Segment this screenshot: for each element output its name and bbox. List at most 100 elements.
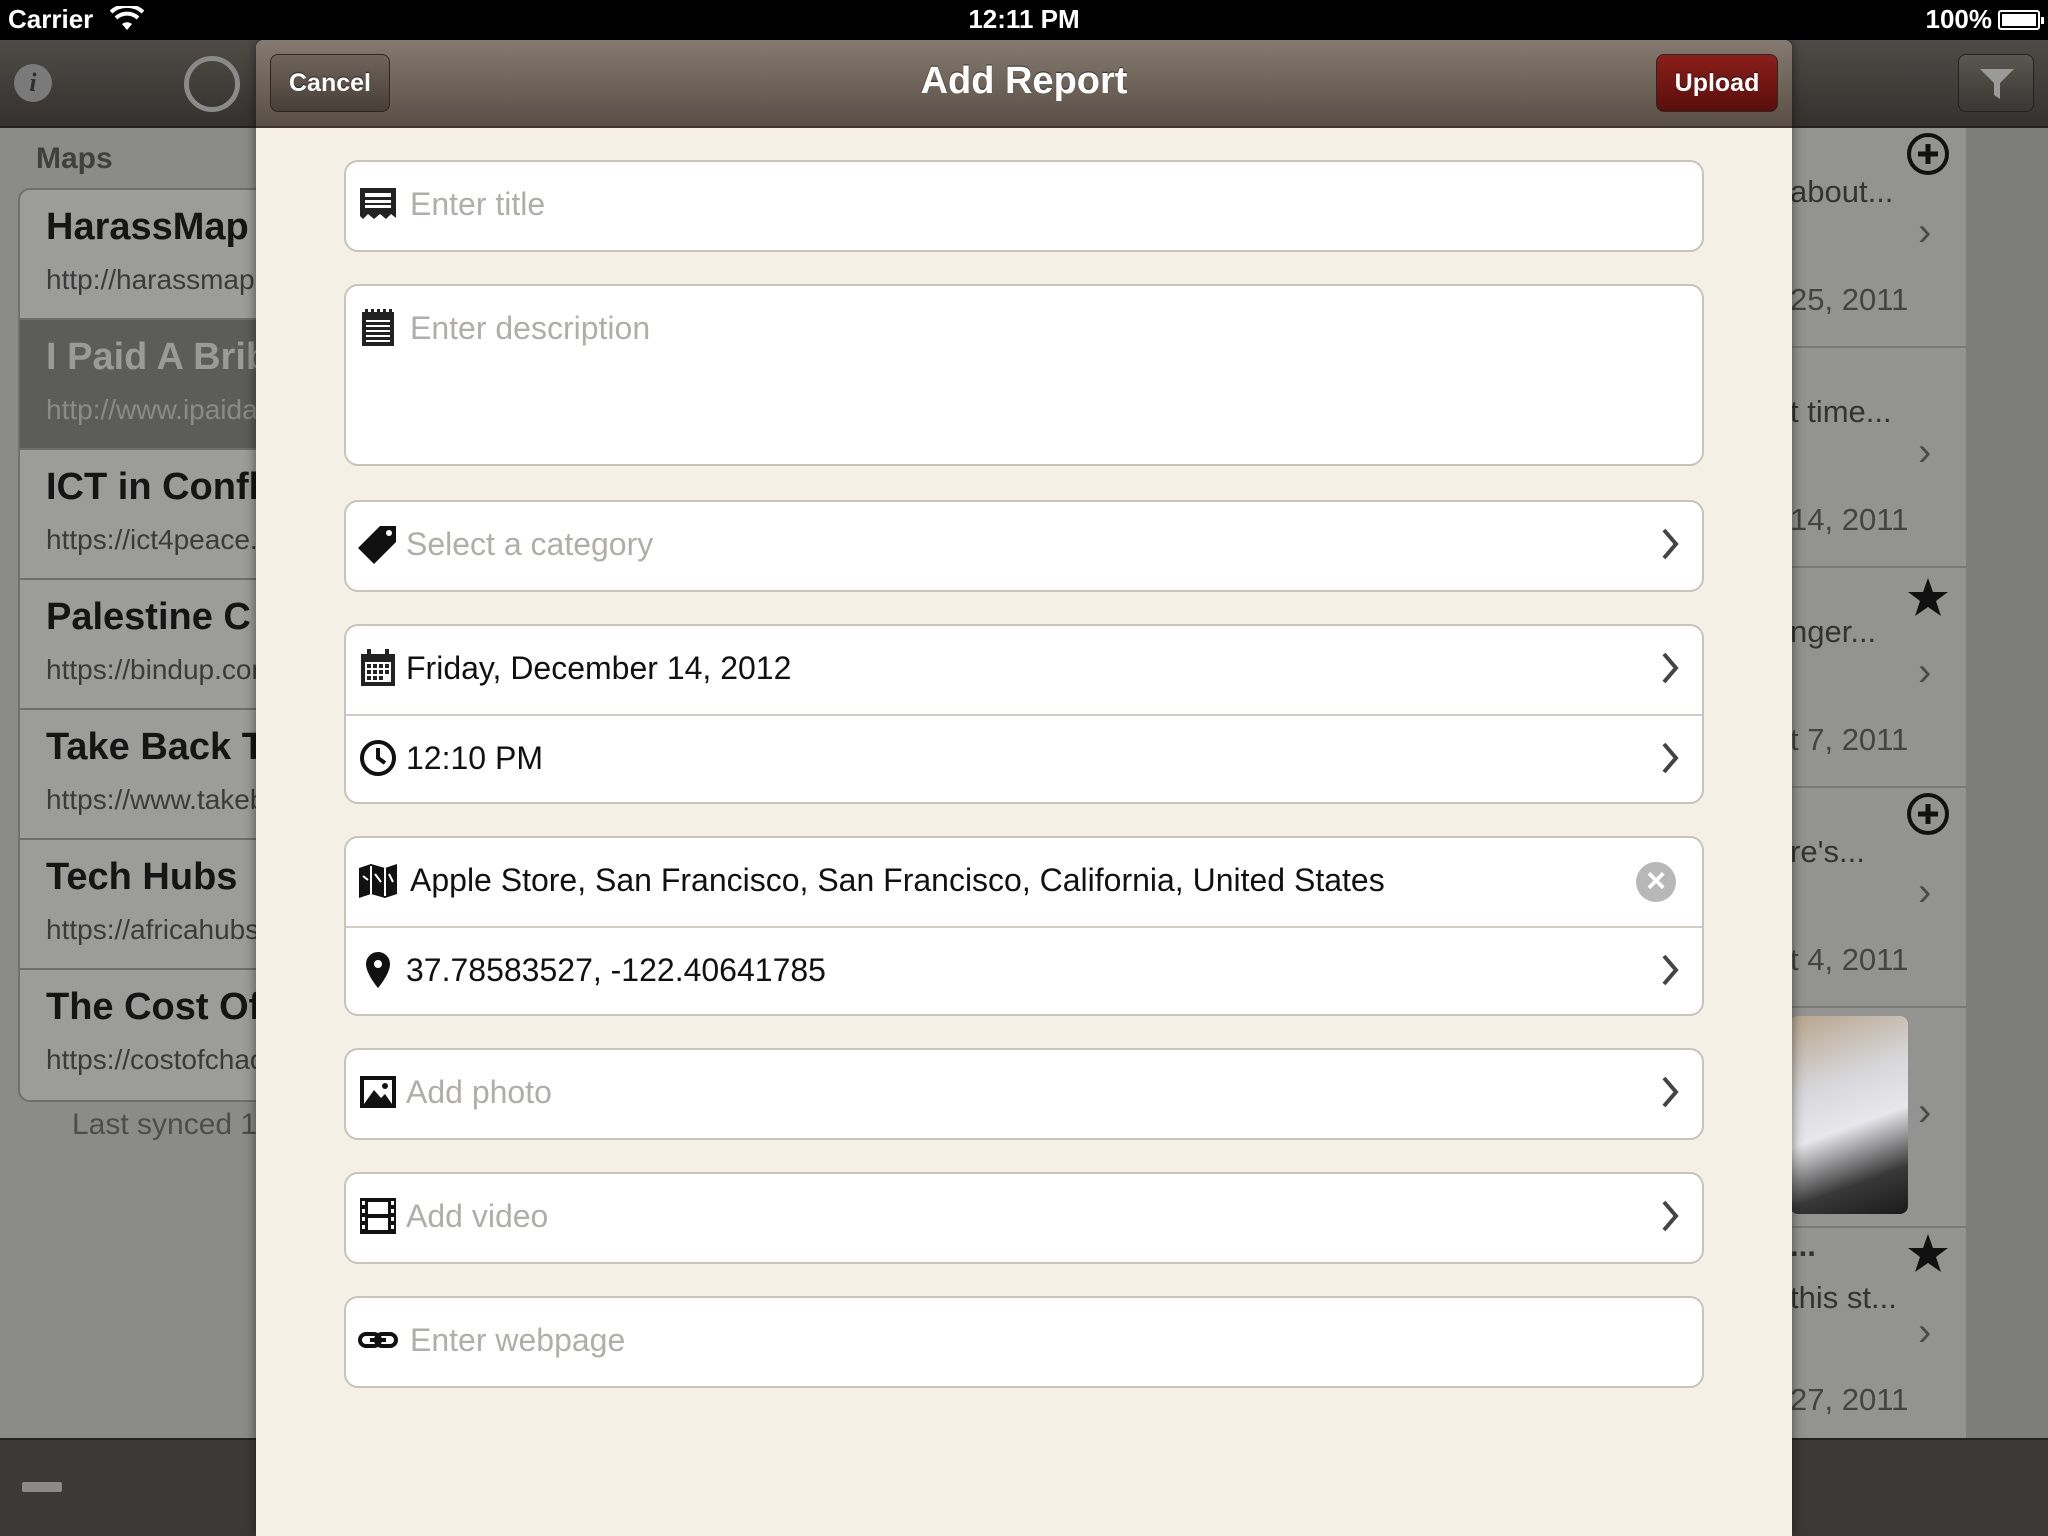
status-bar: Carrier 12:11 PM 100% xyxy=(0,0,2048,40)
star-icon xyxy=(1908,578,1948,616)
report-snippet: about... xyxy=(1790,174,1894,209)
map-url: https://www.takebackthetech.net xyxy=(46,784,276,815)
add-photo-button[interactable]: Add photo xyxy=(406,1074,552,1111)
description-input[interactable]: Enter description xyxy=(410,310,650,347)
battery-percent: 100% xyxy=(1925,4,1993,34)
minus-icon[interactable] xyxy=(22,1482,62,1492)
plus-circle-icon[interactable] xyxy=(1906,132,1950,176)
map-name: Tech Hubs xyxy=(46,856,238,898)
report-snippet: nger... xyxy=(1790,614,1877,649)
map-url: http://www.ipaidabribe.com xyxy=(46,394,278,425)
chevron-right-icon xyxy=(1662,652,1679,684)
category-field[interactable]: Select a category xyxy=(344,500,1704,592)
list-item[interactable]: HarassMap http://harassmap.org xyxy=(20,190,276,320)
photo-field[interactable]: Add photo xyxy=(344,1048,1704,1140)
report-date: 25, 2011 xyxy=(1790,282,1909,317)
chevron-right-icon xyxy=(1662,954,1679,986)
map-url: https://costofchaos.com xyxy=(46,1044,276,1075)
map-url: https://bindup.com xyxy=(46,654,275,685)
report-date: t 7, 2011 xyxy=(1790,722,1909,757)
filter-icon xyxy=(1980,69,2014,99)
coordinates-value: 37.78583527, -122.40641785 xyxy=(406,952,826,988)
map-name: I Paid A Bribe xyxy=(46,336,278,378)
globe-icon xyxy=(184,56,240,112)
chevron-right-icon xyxy=(1662,1076,1679,1108)
list-item[interactable]: I Paid A Bribe http://www.ipaidabribe.co… xyxy=(20,320,276,450)
info-icon[interactable]: i xyxy=(14,64,52,102)
maps-panel: Maps HarassMap http://harassmap.org I Pa… xyxy=(0,128,278,1438)
list-item[interactable]: The Cost Of https://costofchaos.com xyxy=(20,970,276,1100)
table-row[interactable]: nger... t 7, 2011 › xyxy=(1790,568,1966,788)
location-input[interactable]: Apple Store, San Francisco, San Francisc… xyxy=(410,862,1385,899)
table-row[interactable]: ... this st... 27, 2011 › xyxy=(1790,1228,1966,1448)
page-title: Add Report xyxy=(920,60,1128,102)
add-video-button[interactable]: Add video xyxy=(406,1198,548,1235)
report-title: ... xyxy=(1790,1228,1816,1263)
photo-icon xyxy=(360,1076,396,1108)
title-field[interactable]: Enter title xyxy=(344,160,1704,252)
description-field[interactable]: Enter description xyxy=(344,284,1704,466)
upload-button[interactable]: Upload xyxy=(1656,54,1778,112)
table-row[interactable]: about... 25, 2011 › xyxy=(1790,128,1966,348)
report-snippet: this st... xyxy=(1790,1280,1897,1315)
chevron-right-icon: › xyxy=(1918,1090,1932,1134)
category-selector[interactable]: Select a category xyxy=(406,526,653,563)
report-date: t 4, 2011 xyxy=(1790,942,1909,977)
film-icon xyxy=(360,1198,396,1234)
webpage-input[interactable]: Enter webpage xyxy=(410,1322,625,1359)
battery-icon xyxy=(1998,10,2044,30)
date-row[interactable]: Friday, December 14, 2012 xyxy=(346,626,1702,714)
map-url: https://ict4peace.org xyxy=(46,524,278,555)
chevron-right-icon: › xyxy=(1918,430,1932,474)
star-icon xyxy=(1908,1234,1948,1272)
chevron-right-icon xyxy=(1662,528,1679,560)
title-input[interactable]: Enter title xyxy=(410,186,545,223)
list-item[interactable]: ICT in Conflict https://ict4peace.org xyxy=(20,450,276,580)
report-date: 14, 2011 xyxy=(1790,502,1909,537)
clock-time: 12:11 PM xyxy=(968,4,1080,34)
reports-panel: about... 25, 2011 › t time... 14, 2011 ›… xyxy=(1790,128,1966,1438)
map-name: ICT in Conflict xyxy=(46,466,278,508)
report-photo-thumbnail xyxy=(1790,1016,1908,1214)
map-url: https://africahubs.org xyxy=(46,914,276,945)
clear-icon[interactable]: × xyxy=(1636,862,1676,902)
map-icon xyxy=(359,864,397,898)
tag-icon xyxy=(358,526,396,564)
webpage-field[interactable]: Enter webpage xyxy=(344,1296,1704,1388)
plus-circle-icon[interactable] xyxy=(1906,792,1950,836)
table-row[interactable]: t time... 14, 2011 › xyxy=(1790,348,1966,568)
maps-list: HarassMap http://harassmap.org I Paid A … xyxy=(18,188,278,1102)
map-name: Take Back The Tech xyxy=(46,726,276,768)
clock-icon xyxy=(360,740,396,776)
chevron-right-icon xyxy=(1662,1200,1679,1232)
map-url: http://harassmap.org xyxy=(46,264,278,295)
time-row[interactable]: 12:10 PM xyxy=(346,714,1702,802)
filter-button[interactable] xyxy=(1958,54,2034,112)
notepad-icon xyxy=(362,309,394,346)
reports-side-bar xyxy=(1966,128,2048,1438)
add-report-modal: Cancel Add Report Upload Enter title Ent… xyxy=(256,40,1792,1536)
location-row[interactable]: Apple Store, San Francisco, San Francisc… xyxy=(346,838,1702,926)
chevron-right-icon: › xyxy=(1918,1310,1932,1354)
maps-title: Maps xyxy=(36,142,113,175)
date-value: Friday, December 14, 2012 xyxy=(406,650,792,686)
time-value: 12:10 PM xyxy=(406,740,543,776)
list-item[interactable]: Palestine C https://bindup.com xyxy=(20,580,276,710)
list-item[interactable]: Take Back The Tech https://www.takebackt… xyxy=(20,710,276,840)
map-name: The Cost Of xyxy=(46,986,262,1028)
table-row[interactable]: › xyxy=(1790,1008,1966,1228)
list-item[interactable]: Tech Hubs https://africahubs.org xyxy=(20,840,276,970)
map-name: HarassMap xyxy=(46,206,249,248)
chevron-right-icon: › xyxy=(1918,870,1932,914)
modal-nav-bar: Cancel Add Report Upload xyxy=(256,40,1792,128)
chevron-right-icon: › xyxy=(1918,210,1932,254)
table-row[interactable]: re's... t 4, 2011 › xyxy=(1790,788,1966,1008)
report-snippet: re's... xyxy=(1790,834,1865,869)
map-name: Palestine C xyxy=(46,596,251,638)
newspaper-icon xyxy=(360,188,396,219)
coordinates-row[interactable]: 37.78583527, -122.40641785 xyxy=(346,926,1702,1014)
last-synced-label: Last synced 1 xyxy=(72,1108,258,1141)
chevron-right-icon: › xyxy=(1918,650,1932,694)
calendar-icon xyxy=(361,649,395,686)
video-field[interactable]: Add video xyxy=(344,1172,1704,1264)
